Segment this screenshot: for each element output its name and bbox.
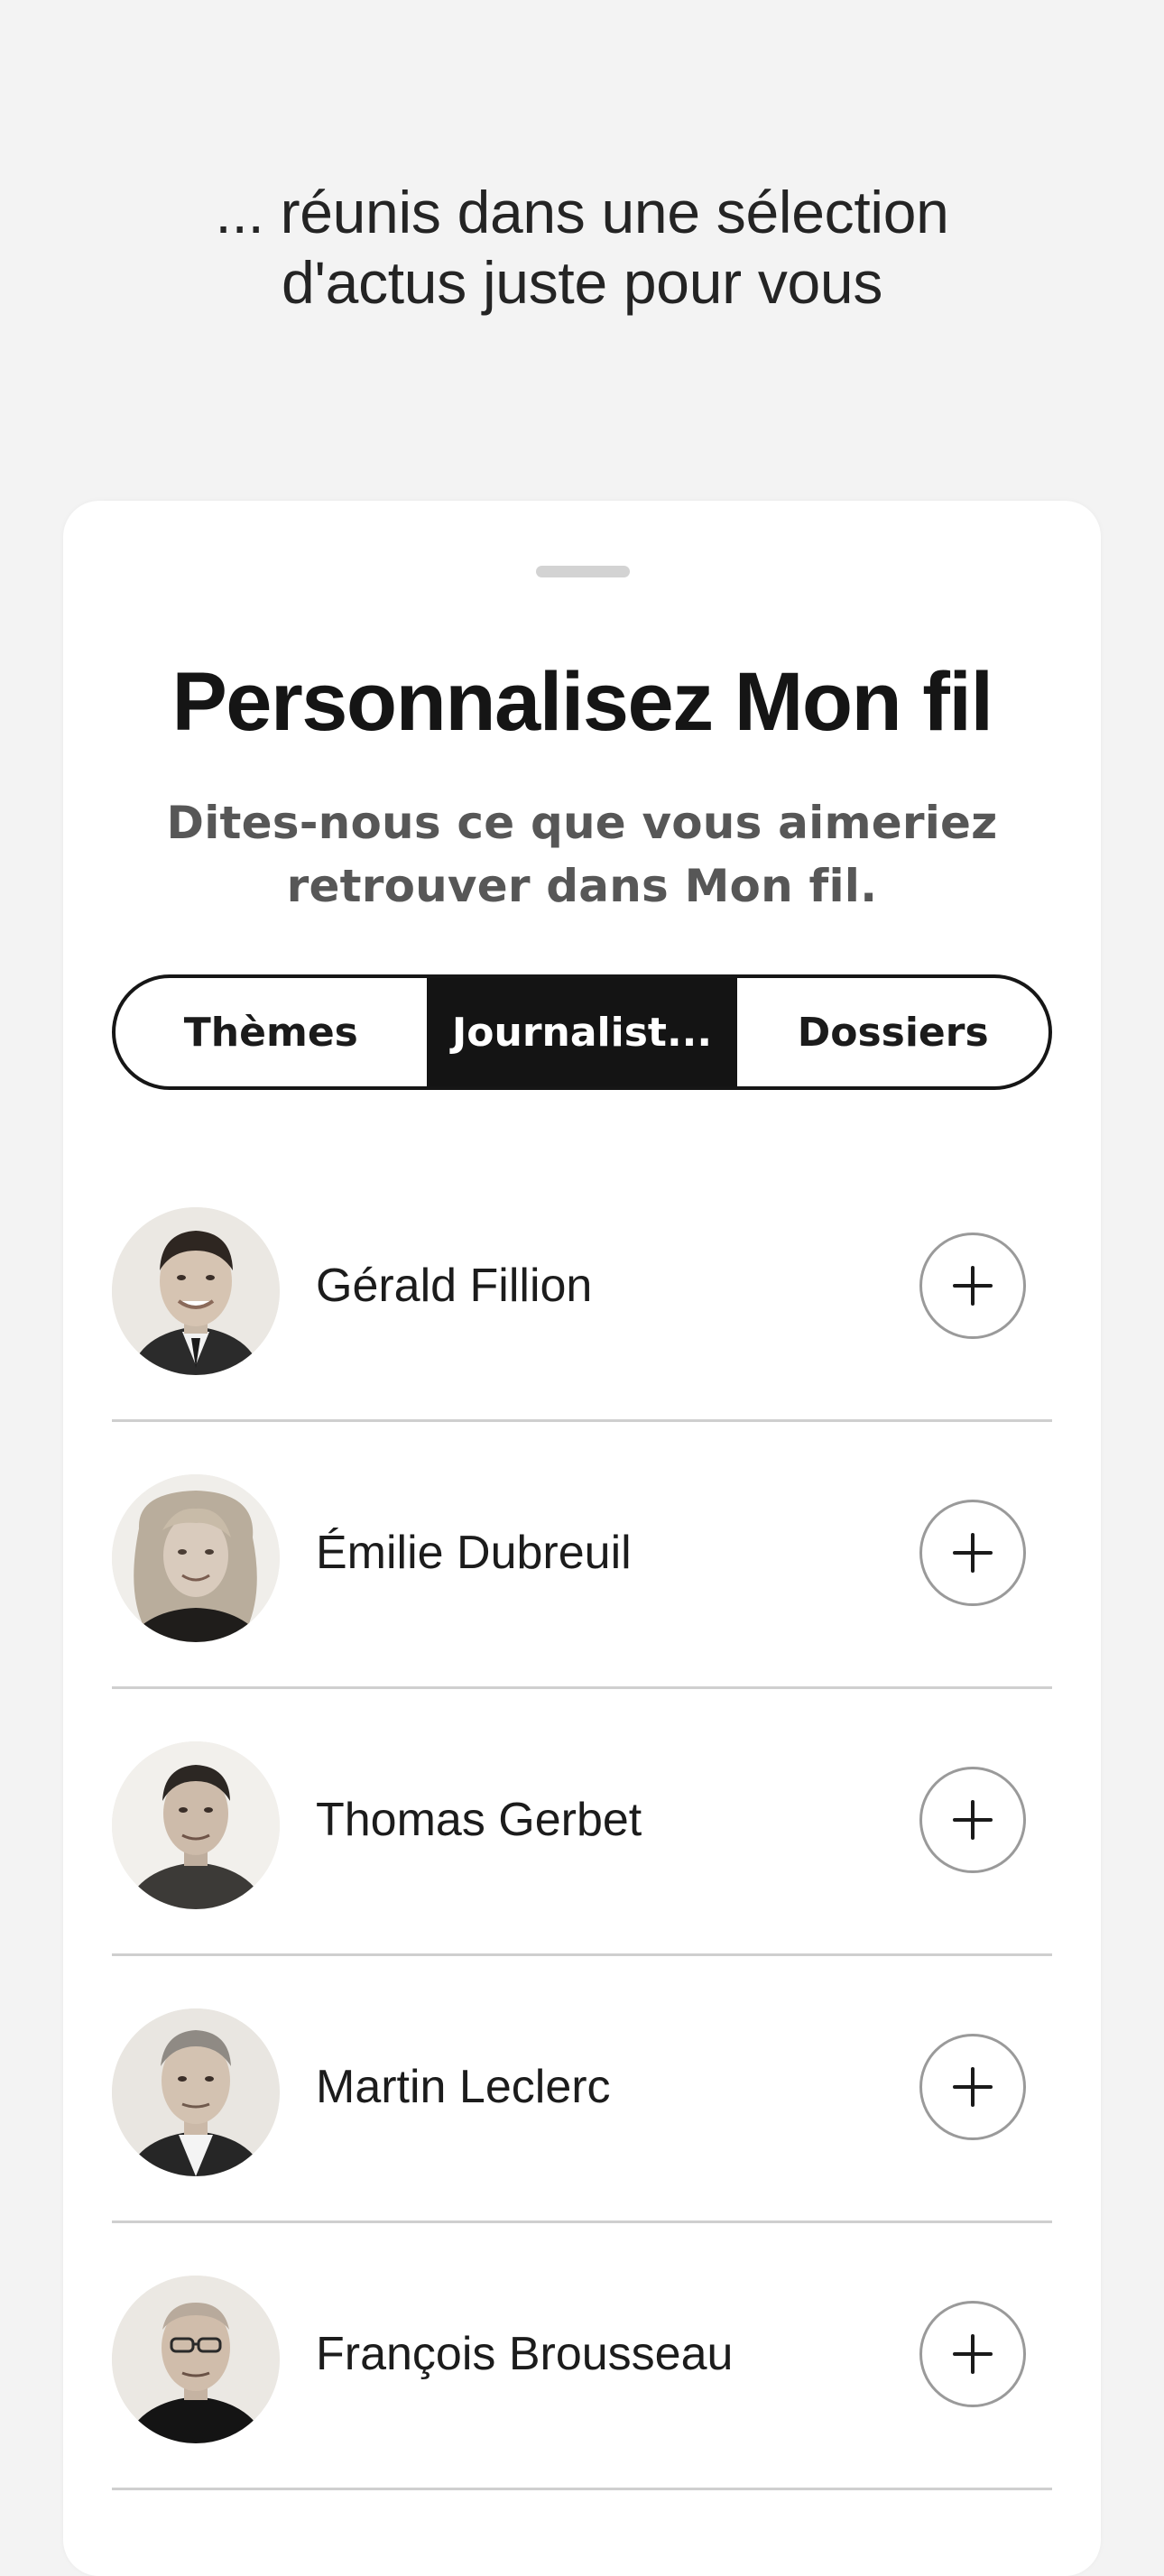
personalize-sheet: Personnalisez Mon fil Dites-nous ce que … <box>63 501 1101 2576</box>
journalist-name: Martin Leclerc <box>316 2061 611 2113</box>
tab-dossiers[interactable]: Dossiers <box>737 978 1049 1086</box>
avatar <box>112 1741 280 1909</box>
sheet-grabber-handle[interactable] <box>536 566 630 577</box>
journalist-name: Gérald Fillion <box>316 1260 593 1312</box>
sheet-title: Personnalisez Mon fil <box>171 656 993 748</box>
follow-button[interactable] <box>919 2034 1026 2140</box>
avatar <box>112 1207 280 1375</box>
avatar <box>112 1474 280 1642</box>
follow-button[interactable] <box>919 2301 1026 2407</box>
sheet-subtitle: Dites-nous ce que vous aimeriez retrouve… <box>153 791 1011 918</box>
journalist-row: Gérald Fillion <box>112 1155 1052 1422</box>
plus-icon <box>953 2334 993 2374</box>
journalist-name: François Brousseau <box>316 2328 734 2380</box>
journalist-list: Gérald Fillion Émilie Dubreuil Thomas Ge… <box>112 1155 1052 2490</box>
journalist-name: Émilie Dubreuil <box>316 1527 632 1579</box>
avatar <box>112 2276 280 2443</box>
plus-icon <box>953 1266 993 1306</box>
follow-button[interactable] <box>919 1767 1026 1873</box>
journalist-row: Émilie Dubreuil <box>112 1422 1052 1689</box>
journalist-row: Thomas Gerbet <box>112 1689 1052 1956</box>
intro-heading: ... réunis dans une sélection d'actus ju… <box>0 177 1164 318</box>
intro-line-1: ... réunis dans une sélection <box>215 179 949 245</box>
journalist-row: Martin Leclerc <box>112 1956 1052 2223</box>
follow-button[interactable] <box>919 1500 1026 1606</box>
avatar <box>112 2008 280 2176</box>
follow-button[interactable] <box>919 1233 1026 1339</box>
plus-icon <box>953 1800 993 1840</box>
plus-icon <box>953 2067 993 2107</box>
tab-themes[interactable]: Thèmes <box>115 978 427 1086</box>
sheet-subtitle-line-1: Dites-nous ce que vous aimeriez <box>166 797 998 849</box>
sheet-subtitle-line-2: retrouver dans Mon fil. <box>286 860 878 912</box>
category-segmented-control: Thèmes Journalist... Dossiers <box>112 974 1052 1090</box>
journalist-row: François Brousseau <box>112 2223 1052 2490</box>
journalist-name: Thomas Gerbet <box>316 1794 642 1846</box>
plus-icon <box>953 1533 993 1573</box>
intro-line-2: d'actus juste pour vous <box>281 249 883 316</box>
tab-journalists[interactable]: Journalist... <box>426 978 738 1086</box>
